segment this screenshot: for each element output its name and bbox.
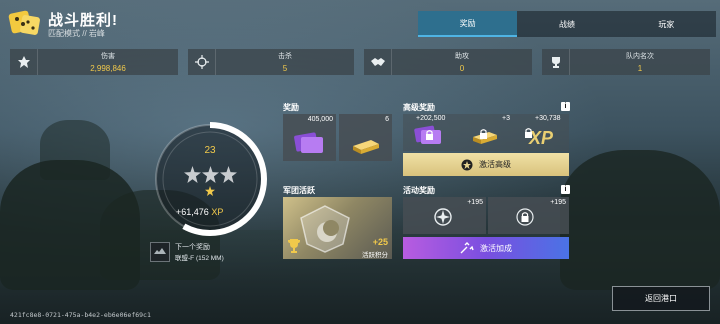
tab-rewards[interactable]: 奖励 — [418, 11, 518, 37]
stat-label: 伤害 — [101, 53, 115, 60]
star-icon — [201, 166, 219, 183]
info-icon[interactable]: i — [561, 185, 570, 194]
activate-boost-label: 激活加成 — [480, 243, 512, 253]
activity-qty: +195 — [467, 199, 483, 206]
xp-unit: XP — [211, 207, 224, 217]
background-cliff-right — [560, 150, 720, 290]
activity-item-2[interactable]: +195 — [488, 197, 569, 234]
legion-points: +25 — [372, 237, 388, 247]
stat-label: 击杀 — [278, 53, 292, 60]
trophy-icon — [542, 49, 570, 75]
stat-kills: 击杀 5 — [188, 49, 354, 75]
reward-item-credits[interactable]: 405,000 — [283, 114, 336, 161]
star-icon — [219, 166, 237, 183]
return-to-port-button[interactable]: 返回港口 — [612, 286, 710, 311]
page-title: 战斗胜利! — [48, 12, 118, 29]
legion-activity-panel: +25 活跃积分 — [283, 197, 392, 259]
premium-badge-icon — [461, 159, 473, 170]
gold-bar-locked-icon — [473, 129, 497, 144]
leaf-burst-icon — [10, 49, 38, 75]
background-cliff-far — [40, 120, 110, 180]
xp-gain-value: +61,476 — [176, 207, 209, 217]
star-rating — [183, 166, 237, 184]
stat-team-rank: 队内名次 1 — [542, 49, 710, 75]
premium-qty: +30,738 — [535, 115, 561, 122]
next-reward-name: 联盟-F (152 MM) — [175, 255, 224, 262]
activity-item-1[interactable]: +195 — [403, 197, 486, 234]
purple-card-icon — [294, 132, 323, 153]
level-number: 23 — [204, 145, 216, 156]
stat-value: 1 — [637, 64, 643, 73]
next-reward-ship-icon — [150, 242, 170, 262]
activate-boost-button[interactable]: 激活加成 — [403, 237, 569, 259]
crosshair-icon — [188, 49, 216, 75]
locked-icon — [516, 208, 534, 226]
activity-qty: +195 — [550, 199, 566, 206]
match-id: 421fc8e8-0721-475a-b4e2-eb6e06ef69c1 — [10, 311, 151, 319]
activate-premium-button[interactable]: 激活高级 — [403, 153, 569, 176]
trophy-icon — [288, 239, 300, 253]
stat-label: 助攻 — [455, 53, 469, 60]
reward-item-gold[interactable]: 6 — [339, 114, 392, 161]
handshake-icon — [364, 49, 392, 75]
xp-locked-icon: XP — [525, 128, 554, 148]
reward-qty: 405,000 — [307, 116, 333, 123]
dice-logo-icon — [8, 10, 40, 35]
stat-value: 2,998,846 — [90, 64, 126, 73]
next-reward-label: 下一个奖励 — [175, 244, 210, 251]
legion-points-label: 活跃积分 — [362, 252, 388, 259]
premium-items-panel: +202,500 +3 +30,738 XP — [403, 114, 569, 151]
xp-gain: +61,476 XP — [176, 207, 256, 217]
reward-qty: 6 — [385, 116, 389, 123]
legion-emblem-icon — [300, 205, 350, 253]
gold-bar-icon — [353, 140, 379, 154]
star-icon — [183, 166, 201, 183]
premium-qty: +3 — [502, 115, 510, 122]
bonus-star-icon — [205, 186, 215, 196]
activate-premium-label: 激活高级 — [479, 160, 511, 169]
legion-activity-title: 军团活跃 — [283, 186, 315, 195]
compass-badge-icon — [434, 208, 452, 226]
tab-bar: 奖励 战绩 玩家 — [418, 11, 716, 37]
premium-qty: +202,500 — [416, 115, 446, 122]
boost-icon — [460, 242, 474, 254]
premium-rewards-title: 高级奖励 — [403, 103, 435, 112]
stat-assists: 助攻 0 — [364, 49, 532, 75]
stat-value: 0 — [459, 64, 465, 73]
info-icon[interactable]: i — [561, 102, 570, 111]
rewards-title: 奖励 — [283, 103, 299, 112]
stat-damage: 伤害 2,998,846 — [10, 49, 178, 75]
activity-rewards-title: 活动奖励 — [403, 186, 435, 195]
purple-card-locked-icon — [414, 125, 441, 144]
match-subtitle: 匹配模式 // 岩峰 — [48, 29, 105, 38]
tab-record[interactable]: 战绩 — [517, 11, 617, 37]
stat-label: 队内名次 — [626, 53, 654, 60]
tab-players[interactable]: 玩家 — [616, 11, 716, 37]
stat-value: 5 — [282, 64, 288, 73]
